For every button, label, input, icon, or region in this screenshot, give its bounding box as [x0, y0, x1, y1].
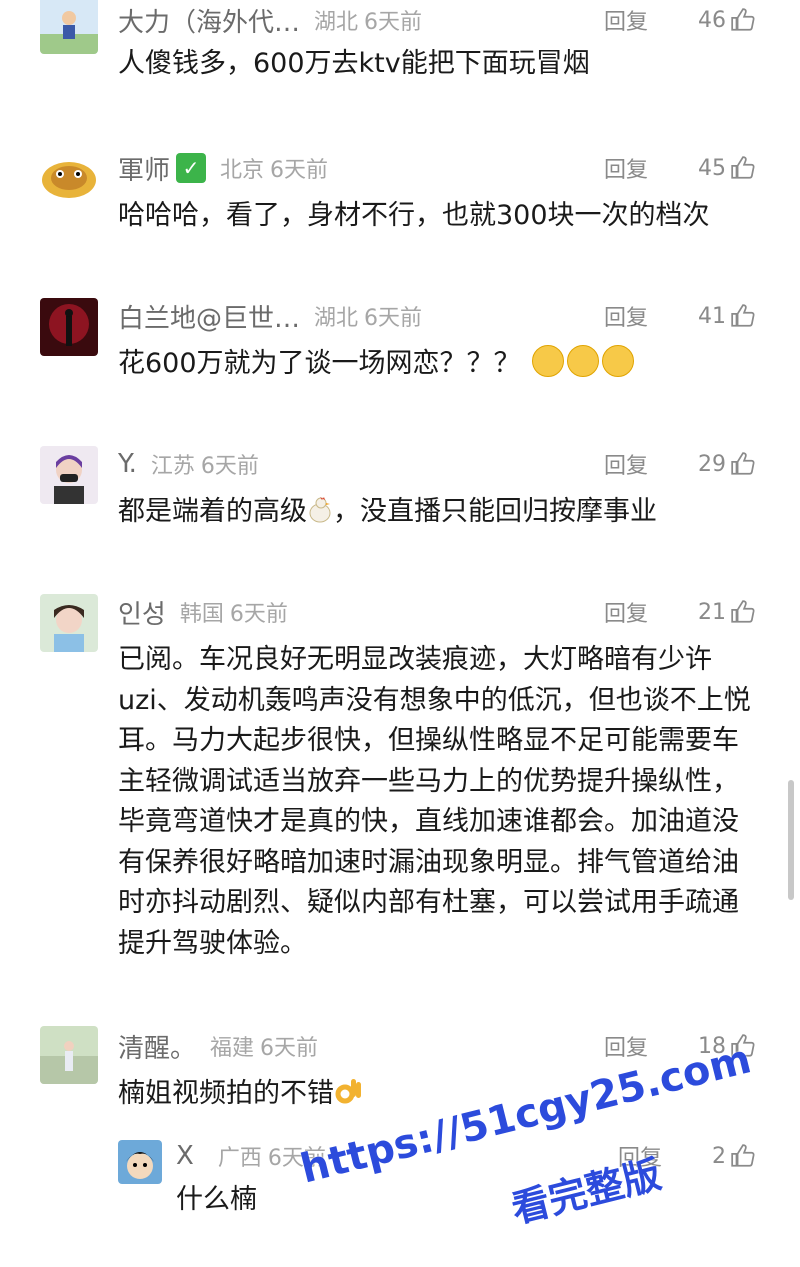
- timestamp: 6天前: [260, 1036, 319, 1061]
- thumbs-up-icon[interactable]: [730, 7, 756, 33]
- surprised-face-emoji-icon: [532, 345, 565, 377]
- username[interactable]: X: [176, 1141, 194, 1171]
- comment-meta: Y. 江苏 6天前: [118, 444, 259, 484]
- avatar[interactable]: [118, 1140, 162, 1184]
- reply-button[interactable]: 回复: [604, 596, 648, 628]
- location: 湖北: [314, 10, 359, 35]
- timestamp: 6天前: [270, 158, 329, 183]
- surprised-face-emoji-icon: [567, 345, 600, 377]
- timestamp: 6天前: [364, 306, 423, 331]
- location: 湖北: [314, 306, 359, 331]
- comment-meta: 白兰地@巨世… 湖北 6天前: [118, 296, 422, 336]
- comment-actions: 回复 46: [604, 0, 756, 40]
- comment-actions: 回复 29: [604, 444, 756, 484]
- comment-text: 都是端着的高级: [118, 496, 307, 527]
- comment-text: 什么楠: [176, 1184, 257, 1215]
- like-count: 41: [698, 303, 726, 329]
- username[interactable]: 大力（海外代…: [118, 2, 300, 39]
- comment-meta: 軍师 ✓ 北京 6天前: [118, 148, 328, 188]
- thumbs-up-icon[interactable]: [730, 599, 756, 625]
- avatar[interactable]: [40, 446, 98, 504]
- comment-actions: 回复 21: [604, 592, 756, 632]
- reply-button[interactable]: 回复: [604, 448, 648, 480]
- comment-actions: 回复 41: [604, 296, 756, 336]
- scrollbar[interactable]: [788, 780, 794, 900]
- thumbs-up-icon[interactable]: [730, 451, 756, 477]
- timestamp: 6天前: [229, 602, 288, 627]
- comment-actions: 回复 2: [618, 1136, 756, 1176]
- comment-text: 楠姐视频拍的不错: [118, 1078, 334, 1109]
- location: 福建: [210, 1036, 255, 1061]
- like-count: 45: [698, 155, 726, 181]
- reply-button[interactable]: 回复: [618, 1140, 662, 1172]
- comment-actions: 回复 45: [604, 148, 756, 188]
- avatar[interactable]: [40, 594, 98, 652]
- username[interactable]: 인성: [118, 594, 166, 631]
- timestamp: 6天前: [200, 454, 259, 479]
- thumbs-up-icon[interactable]: [730, 303, 756, 329]
- thumbs-up-icon[interactable]: [730, 1033, 756, 1059]
- comment-text: 哈哈哈，看了，身材不行，也就300块一次的档次: [118, 200, 710, 231]
- like-count: 46: [698, 7, 726, 33]
- reply-button[interactable]: 回复: [604, 152, 648, 184]
- surprised-face-emoji-icon: [602, 345, 635, 377]
- comment-text: 花600万就为了谈一场网恋？？？: [118, 348, 521, 379]
- like-count: 29: [698, 451, 726, 477]
- like-count: 18: [698, 1033, 726, 1059]
- reply-button[interactable]: 回复: [604, 4, 648, 36]
- reply-button[interactable]: 回复: [604, 1030, 648, 1062]
- comment-meta: 인성 韩国 6天前: [118, 592, 288, 632]
- comment-meta: 清醒。 福建 6天前: [118, 1026, 318, 1066]
- like-count: 21: [698, 599, 726, 625]
- location: 北京: [220, 158, 265, 183]
- username[interactable]: 軍师: [118, 150, 170, 187]
- location: 广西: [217, 1146, 262, 1171]
- comment-text: ，没直播只能回归按摩事业: [333, 496, 657, 527]
- thumbs-up-icon[interactable]: [730, 155, 756, 181]
- avatar[interactable]: [40, 298, 98, 356]
- avatar[interactable]: [40, 0, 98, 54]
- location: 江苏: [150, 454, 195, 479]
- username[interactable]: Y.: [118, 449, 137, 479]
- comment-text-wrap: 楠姐视频拍的不错: [118, 1074, 768, 1114]
- username[interactable]: 白兰地@巨世…: [118, 298, 300, 335]
- comment-meta: X 广西 6天前: [176, 1136, 326, 1176]
- reply-button[interactable]: 回复: [604, 300, 648, 332]
- thumbs-up-icon[interactable]: [730, 1143, 756, 1169]
- comment-text: 已阅。车况良好无明显改装痕迹，大灯略暗有少许uzi、发动机轰鸣声没有想象中的低沉…: [118, 644, 751, 959]
- chicken-emoji-icon: [309, 497, 331, 523]
- ok-hand-emoji-icon: [335, 1079, 361, 1104]
- timestamp: 6天前: [267, 1146, 326, 1171]
- checkmark-badge-icon: ✓: [176, 153, 207, 183]
- like-count: 2: [712, 1143, 726, 1169]
- comment-meta: 大力（海外代… 湖北 6天前: [118, 0, 422, 40]
- comment-text: 人傻钱多，600万去ktv能把下面玩冒烟: [118, 48, 590, 79]
- avatar[interactable]: [40, 150, 98, 208]
- timestamp: 6天前: [364, 10, 423, 35]
- avatar[interactable]: [40, 1026, 98, 1084]
- comment-text-wrap: 都是端着的高级 ，没直播只能回归按摩事业: [118, 492, 768, 532]
- comment-actions: 回复 18: [604, 1026, 756, 1066]
- comment-text-wrap: 花600万就为了谈一场网恋？？？: [118, 344, 768, 384]
- username[interactable]: 清醒。: [118, 1028, 196, 1065]
- location: 韩国: [179, 602, 224, 627]
